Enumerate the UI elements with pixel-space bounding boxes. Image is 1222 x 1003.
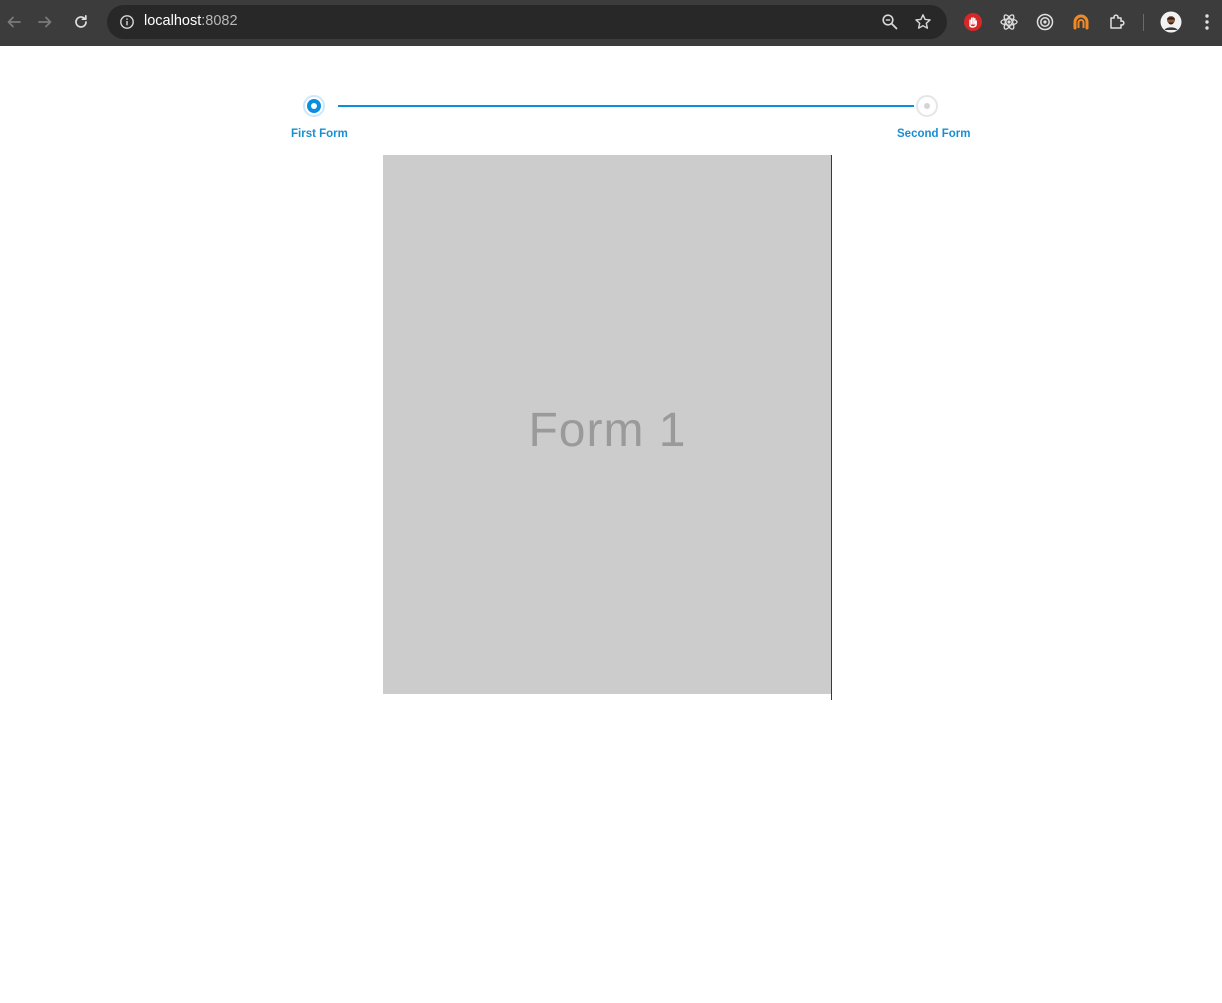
site-info-button[interactable] [115,10,139,34]
panel-edge-divider [831,155,832,700]
url-host: localhost [144,13,202,29]
step-label-first[interactable]: First Form [291,128,348,140]
avatar [1160,11,1182,33]
form-stepper: First Form Second Form [0,46,1222,156]
step-connector-line [338,105,914,107]
react-icon [1000,14,1018,30]
bookmark-button[interactable] [911,10,935,34]
extension-target[interactable] [1033,10,1057,34]
puzzle-icon [1110,14,1125,29]
extension-hand-stop[interactable] [961,10,985,34]
kebab-menu-icon [1205,14,1209,30]
forward-button[interactable] [31,8,59,36]
step-indicator-first[interactable] [303,95,325,117]
target-icon [1036,13,1054,31]
back-button[interactable] [0,8,28,36]
toolbar-divider [1143,14,1144,31]
step-indicator-second[interactable] [916,95,938,117]
form-panel: Form 1 [383,155,832,694]
address-bar[interactable]: localhost:8082 [107,5,947,39]
orange-arc-icon [1073,14,1089,30]
extension-react[interactable] [997,10,1021,34]
form-title: Form 1 [528,404,687,457]
reload-icon [75,14,87,28]
browser-menu-button[interactable] [1195,10,1219,34]
extension-orange-arc[interactable] [1069,10,1093,34]
reload-button[interactable] [67,8,95,36]
arrow-right-icon [38,16,52,28]
url-text[interactable]: localhost:8082 [144,13,238,29]
hand-stop-icon [964,13,982,31]
info-icon [120,15,134,29]
url-port: :8082 [201,13,238,29]
zoom-icon [882,14,898,30]
zoom-button[interactable] [878,10,902,34]
star-icon [915,14,931,29]
step-label-second[interactable]: Second Form [897,128,970,140]
profile-button[interactable] [1159,10,1183,34]
arrow-left-icon [7,16,21,28]
extensions-button[interactable] [1105,10,1129,34]
browser-toolbar: localhost:8082 [0,0,1222,46]
